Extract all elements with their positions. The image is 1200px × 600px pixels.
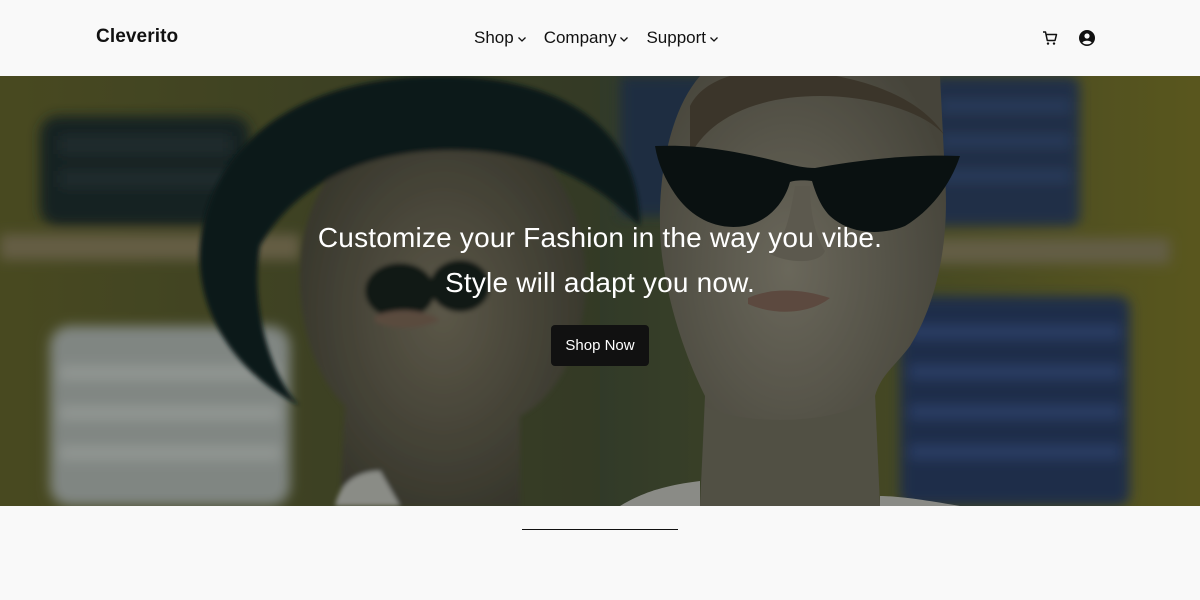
cart-icon[interactable] (1041, 29, 1059, 52)
shop-now-button[interactable]: Shop Now (551, 325, 649, 366)
nav-item-company[interactable]: Company (544, 28, 630, 48)
nav-item-shop[interactable]: Shop (474, 28, 527, 48)
hero-banner: Customize your Fashion in the way you vi… (0, 76, 1200, 506)
user-account-icon[interactable] (1078, 29, 1096, 52)
header-actions (1041, 29, 1096, 52)
section-divider (522, 529, 678, 530)
chevron-down-icon (619, 34, 629, 44)
chevron-down-icon (517, 34, 527, 44)
site-header: Cleverito Shop Company Support (0, 0, 1200, 76)
nav-item-label: Shop (474, 28, 514, 47)
nav-item-label: Company (543, 28, 617, 47)
brand-logo-link[interactable]: Cleverito (96, 26, 178, 48)
nav-item-label: Support (646, 28, 707, 47)
chevron-down-icon (709, 34, 719, 44)
nav-item-support[interactable]: Support (646, 28, 719, 48)
main-nav: Shop Company Support (474, 27, 719, 49)
hero-subheadline: Style will adapt you now. (444, 267, 756, 298)
hero-content: Customize your Fashion in the way you vi… (0, 76, 1200, 506)
hero-headline: Customize your Fashion in the way you vi… (317, 222, 883, 253)
